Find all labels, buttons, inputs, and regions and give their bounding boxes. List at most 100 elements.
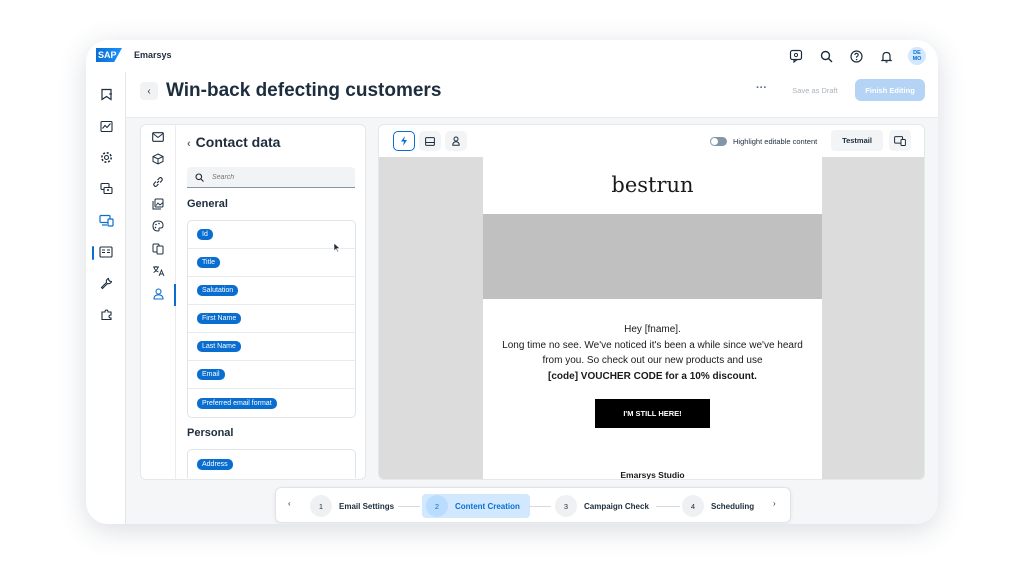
help-icon[interactable]	[848, 48, 864, 64]
step-campaign-check[interactable]: 3 Campaign Check	[555, 494, 649, 518]
content-devices-icon[interactable]	[98, 212, 114, 228]
step-number: 4	[682, 495, 704, 517]
notification-icon[interactable]	[878, 48, 894, 64]
step-connector	[656, 506, 680, 507]
search-input[interactable]	[212, 173, 342, 181]
email-body-text[interactable]: Hey [fname]. Long time no see. We've not…	[499, 322, 806, 384]
search-icon	[195, 172, 204, 182]
search-icon[interactable]	[818, 48, 834, 64]
side-navigation	[86, 72, 126, 524]
page-header: ‹ Win-back defecting customers ··· Save …	[126, 72, 938, 118]
section-title-general: General	[187, 198, 228, 210]
step-number: 2	[426, 495, 448, 517]
app-name: Emarsys	[134, 50, 172, 60]
greeting-line: Hey [fname].	[624, 324, 681, 335]
person-icon[interactable]	[445, 131, 467, 151]
email-footer-text: Emarsys Studio	[620, 470, 685, 480]
search-field[interactable]	[187, 167, 355, 188]
contacts-icon[interactable]	[98, 180, 114, 196]
more-options-button[interactable]: ···	[756, 82, 767, 94]
field-chip-preferred-email-format[interactable]: Preferred email format	[197, 397, 277, 409]
step-email-settings[interactable]: 1 Email Settings	[310, 494, 394, 518]
wizard-stepper: ‹ 1 Email Settings 2 Content Creation 3 …	[275, 487, 791, 523]
campaigns-icon[interactable]	[98, 86, 114, 102]
translate-icon[interactable]	[151, 264, 165, 278]
field-chip-last-name[interactable]: Last Name	[197, 341, 241, 352]
save-as-draft-button[interactable]: Save as Draft	[782, 79, 848, 101]
email-preview: bestrun Hey [fname]. Long time no see. W…	[483, 157, 822, 480]
section-title-personal: Personal	[187, 427, 234, 439]
person-icon[interactable]	[151, 287, 165, 301]
chevron-left-icon: ‹	[147, 85, 151, 97]
step-scheduling[interactable]: 4 Scheduling	[682, 494, 754, 518]
extensions-puzzle-icon[interactable]	[98, 306, 114, 322]
mouse-cursor-icon	[333, 243, 341, 253]
settings-gear-icon[interactable]	[98, 149, 114, 165]
list-item[interactable]: Title	[188, 249, 355, 277]
back-button[interactable]: ‹	[140, 82, 158, 100]
contact-data-panel: ‹Contact data General Id Title Salutatio…	[140, 124, 366, 480]
images-icon[interactable]	[151, 197, 165, 211]
chevron-left-icon[interactable]: ‹	[187, 138, 191, 150]
link-icon[interactable]	[151, 175, 165, 189]
list-item[interactable]: Id	[188, 221, 355, 249]
email-canvas: bestrun Hey [fname]. Long time no see. W…	[379, 157, 924, 480]
cube-icon[interactable]	[151, 152, 165, 166]
step-connector	[529, 506, 551, 507]
personal-fields-list: Address	[187, 449, 356, 478]
hero-image-placeholder[interactable]	[483, 214, 822, 299]
field-chip-first-name[interactable]: First Name	[197, 313, 242, 324]
chevron-left-icon[interactable]: ‹	[288, 499, 291, 508]
list-item[interactable]: First Name	[188, 305, 355, 333]
lightning-icon[interactable]	[393, 131, 415, 151]
list-item[interactable]: Last Name	[188, 333, 355, 361]
finish-editing-button[interactable]: Finish Editing	[855, 79, 925, 101]
field-chip-salutation[interactable]: Salutation	[197, 285, 239, 296]
step-label: Scheduling	[711, 501, 755, 511]
user-avatar[interactable]: DE MO	[908, 47, 926, 65]
envelope-icon[interactable]	[151, 130, 165, 144]
testmail-button[interactable]: Testmail	[831, 130, 883, 151]
step-number: 1	[310, 495, 332, 517]
chevron-right-icon[interactable]: ›	[773, 499, 776, 508]
sap-logo[interactable]: SAP	[96, 48, 122, 62]
field-chip-title[interactable]: Title	[197, 257, 220, 268]
step-label: Email Settings	[339, 501, 395, 511]
nav-active-indicator	[92, 246, 94, 260]
body-line-2: from you. So check out our new products …	[542, 355, 763, 366]
cta-button[interactable]: I'M STILL HERE!	[595, 399, 710, 428]
contact-card-icon[interactable]	[98, 244, 114, 260]
app-window: SAP Emarsys DE MO ‹ Win-back defecting c…	[86, 40, 938, 524]
highlight-toggle[interactable]	[710, 137, 727, 146]
step-label: Campaign Check	[584, 501, 649, 511]
wrench-icon[interactable]	[98, 275, 114, 291]
page-title: Win-back defecting customers	[166, 80, 442, 101]
shell-bar: SAP Emarsys DE MO	[86, 40, 938, 72]
step-content-creation[interactable]: 2 Content Creation	[422, 494, 530, 518]
field-chip-address[interactable]: Address	[197, 458, 233, 470]
field-chip-email[interactable]: Email	[197, 369, 225, 380]
list-item[interactable]: Email	[188, 361, 355, 389]
list-item[interactable]: Address	[188, 450, 355, 478]
device-preview-icon[interactable]	[889, 130, 911, 151]
palette-icon[interactable]	[151, 219, 165, 233]
brand-logo-text[interactable]: bestrun	[483, 173, 822, 197]
analytics-icon[interactable]	[98, 118, 114, 134]
step-number: 3	[555, 495, 577, 517]
list-item[interactable]: Salutation	[188, 277, 355, 305]
feedback-icon[interactable]	[788, 48, 804, 64]
list-item[interactable]: Preferred email format	[188, 389, 355, 417]
body-line-1: Long time no see. We've noticed it's bee…	[502, 339, 803, 351]
panel-title: ‹ Contact data	[187, 134, 281, 150]
voucher-line: [code] VOUCHER CODE for a 10% discount.	[548, 370, 757, 382]
highlight-label: Highlight editable content	[733, 137, 818, 146]
strip-active-indicator	[174, 284, 176, 306]
layout-block-icon[interactable]	[419, 131, 441, 151]
copy-icon[interactable]	[151, 242, 165, 256]
field-chip-id[interactable]: Id	[197, 229, 213, 240]
panel-tool-strip	[141, 125, 176, 479]
general-fields-list: Id Title Salutation First Name Last Name…	[187, 220, 356, 418]
step-connector	[398, 506, 420, 507]
email-editor: Highlight editable content Testmail best…	[378, 124, 925, 480]
step-label: Content Creation	[455, 501, 520, 511]
